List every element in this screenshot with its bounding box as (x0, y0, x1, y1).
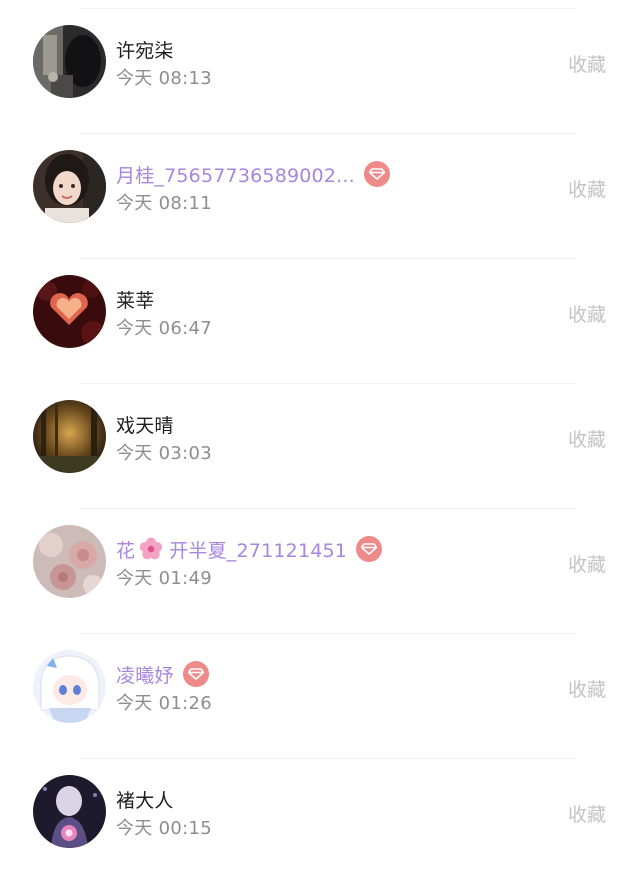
list-item[interactable]: 褚大人 今天 00:15 收藏 (0, 750, 640, 875)
visit-time: 今天 03:03 (116, 443, 212, 464)
avatar[interactable] (33, 400, 106, 473)
name-row: 戏天晴 (116, 410, 174, 438)
visitor-list: 许宛柒 今天 08:13 收藏 月桂_75657736589002... 今天 … (0, 0, 640, 871)
cherry-blossom-icon (139, 537, 163, 561)
avatar[interactable] (33, 25, 106, 98)
list-item[interactable]: 月桂_75657736589002... 今天 08:11 收藏 (0, 125, 640, 250)
name-row: 褚大人 (116, 785, 174, 813)
avatar-image (33, 150, 106, 223)
collect-button[interactable]: 收藏 (568, 300, 606, 327)
name-row: 莱莘 (116, 285, 154, 313)
user-name[interactable]: 月桂_75657736589002... (116, 161, 355, 188)
collect-button[interactable]: 收藏 (568, 800, 606, 827)
collect-button[interactable]: 收藏 (568, 550, 606, 577)
visit-time: 今天 00:15 (116, 818, 212, 839)
collect-button[interactable]: 收藏 (568, 175, 606, 202)
diamond-icon (356, 536, 383, 562)
list-item[interactable]: 许宛柒 今天 08:13 收藏 (0, 0, 640, 125)
collect-button[interactable]: 收藏 (568, 425, 606, 452)
visit-time: 今天 01:26 (116, 693, 212, 714)
name-row: 月桂_75657736589002... (116, 160, 390, 188)
diamond-icon (182, 661, 209, 687)
avatar-image (33, 400, 106, 473)
avatar-image (33, 25, 106, 98)
visit-time: 今天 08:11 (116, 193, 212, 214)
visit-time: 今天 06:47 (116, 318, 212, 339)
name-row: 花 开半夏_271121451 (116, 535, 383, 563)
user-name-suffix[interactable]: 开半夏_271121451 (169, 536, 347, 563)
visit-time: 今天 08:13 (116, 68, 212, 89)
name-row: 凌曦妤 (116, 660, 209, 688)
avatar-image (33, 650, 106, 723)
user-name-prefix[interactable]: 花 (116, 536, 135, 563)
user-name[interactable]: 褚大人 (116, 786, 174, 813)
list-item[interactable]: 凌曦妤 今天 01:26 收藏 (0, 625, 640, 750)
avatar[interactable] (33, 275, 106, 348)
avatar-image (33, 275, 106, 348)
list-item[interactable]: 戏天晴 今天 03:03 收藏 (0, 375, 640, 500)
avatar-image (33, 525, 106, 598)
list-item[interactable]: 莱莘 今天 06:47 收藏 (0, 250, 640, 375)
avatar[interactable] (33, 525, 106, 598)
name-row: 许宛柒 (116, 35, 174, 63)
user-name[interactable]: 莱莘 (116, 286, 154, 313)
diamond-icon (363, 161, 390, 187)
user-name[interactable]: 许宛柒 (116, 36, 174, 63)
user-name[interactable]: 凌曦妤 (116, 661, 174, 688)
avatar[interactable] (33, 650, 106, 723)
avatar-image (33, 775, 106, 848)
collect-button[interactable]: 收藏 (568, 675, 606, 702)
collect-button[interactable]: 收藏 (568, 50, 606, 77)
visit-time: 今天 01:49 (116, 568, 212, 589)
avatar[interactable] (33, 775, 106, 848)
user-name[interactable]: 戏天晴 (116, 411, 174, 438)
avatar[interactable] (33, 150, 106, 223)
list-item[interactable]: 花 开半夏_271121451 今天 01:49 收藏 (0, 500, 640, 625)
